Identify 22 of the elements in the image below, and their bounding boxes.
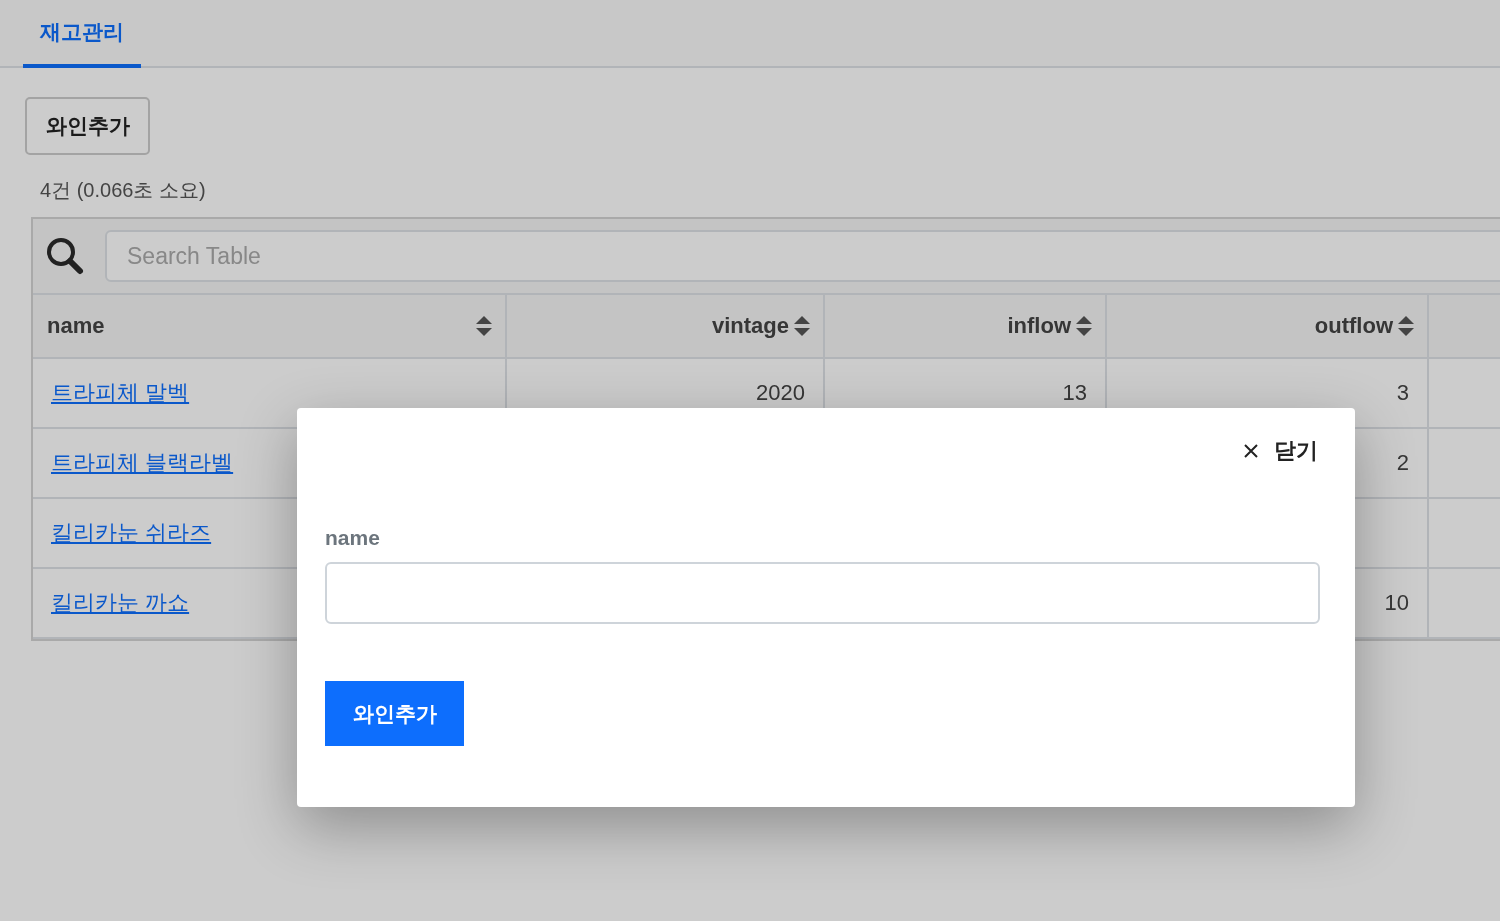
tab[interactable]: 재고관리 — [23, 18, 141, 68]
result-summary: 4건 (0.066초 소요) — [40, 178, 207, 203]
sort-icon — [475, 314, 493, 338]
name-input-field[interactable] — [325, 562, 1320, 624]
sort-icon — [793, 314, 811, 338]
search-icon — [45, 236, 85, 276]
wine-name-link[interactable]: 트라피체 블랙라벨 — [51, 448, 234, 478]
field-label: name — [325, 526, 381, 550]
close-icon — [1244, 444, 1258, 458]
wine-name-link[interactable]: 킬리카눈 쉬라즈 — [51, 518, 212, 548]
sort-icon — [1075, 314, 1093, 338]
column-header[interactable]: inflow — [825, 295, 1107, 359]
column-header[interactable]: name — [33, 295, 507, 359]
column-header[interactable]: vintage — [507, 295, 825, 359]
submit-button[interactable]: 와인추가 — [325, 681, 464, 746]
search-field[interactable]: Search Table — [105, 230, 1500, 282]
add-wine-button[interactable]: 와인추가 — [25, 97, 150, 155]
column-header[interactable]: outflow — [1107, 295, 1429, 359]
sort-icon — [1397, 314, 1415, 338]
wine-name-link[interactable]: 킬리카눈 까쇼 — [51, 588, 190, 618]
wine-name-link[interactable]: 트라피체 말벡 — [51, 378, 190, 408]
close-button[interactable]: 닫기 — [1244, 436, 1320, 466]
